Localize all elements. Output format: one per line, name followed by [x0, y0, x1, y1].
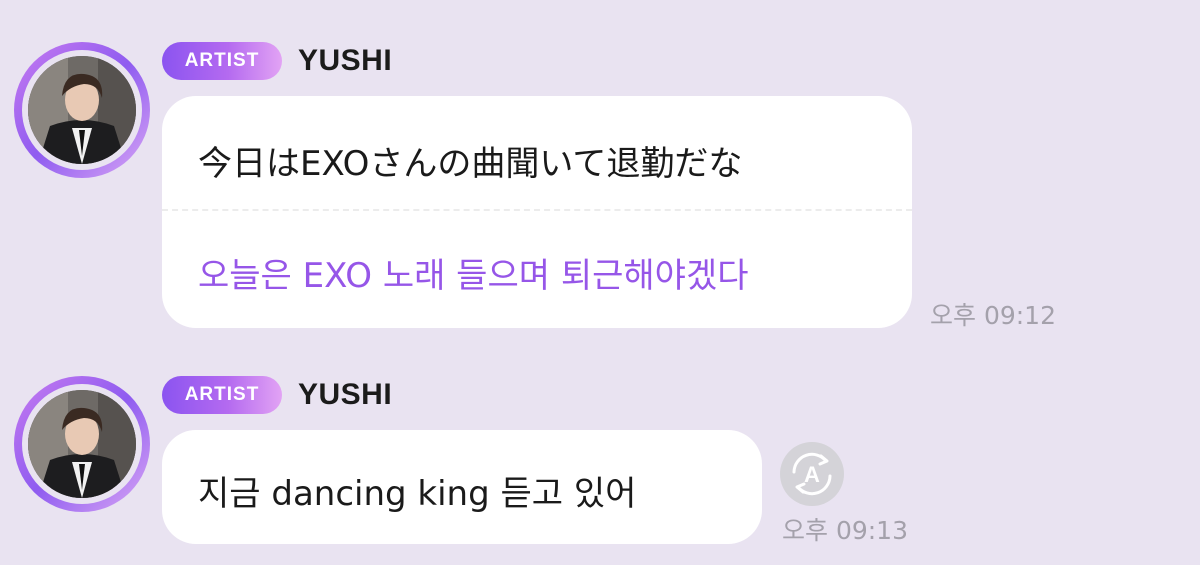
- avatar[interactable]: [14, 376, 150, 512]
- avatar-photo: [28, 56, 136, 164]
- sender-name: YUSHI: [298, 378, 393, 411]
- artist-badge: ARTIST: [162, 42, 282, 80]
- person-photo-icon: [28, 390, 136, 498]
- divider: [162, 209, 912, 211]
- timestamp: 오후 09:12: [930, 301, 1056, 330]
- translated-text: 오늘은 EXO 노래 들으며 퇴근해야겠다: [198, 256, 749, 296]
- svg-text:A: A: [804, 462, 820, 487]
- translate-button[interactable]: A: [780, 442, 844, 506]
- sender-name: YUSHI: [298, 44, 393, 77]
- original-text: 今日はEXOさんの曲聞いて退勤だな: [198, 144, 743, 184]
- person-photo-icon: [28, 56, 136, 164]
- avatar-photo: [28, 390, 136, 498]
- timestamp: 오후 09:13: [782, 516, 908, 545]
- artist-badge: ARTIST: [162, 376, 282, 414]
- translate-icon: A: [792, 452, 832, 496]
- original-text: 지금 dancing king 듣고 있어: [198, 474, 637, 514]
- message-bubble[interactable]: 지금 dancing king 듣고 있어: [162, 430, 762, 544]
- avatar[interactable]: [14, 42, 150, 178]
- message-bubble[interactable]: 今日はEXOさんの曲聞いて退勤だな 오늘은 EXO 노래 들으며 퇴근해야겠다: [162, 96, 912, 328]
